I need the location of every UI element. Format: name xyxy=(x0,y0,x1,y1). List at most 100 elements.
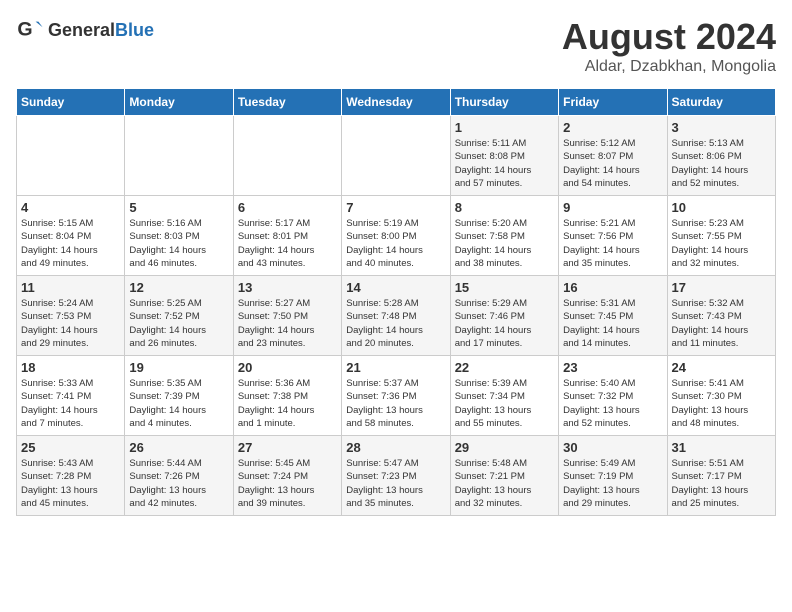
day-number: 28 xyxy=(346,440,445,455)
logo-general: General xyxy=(48,20,115,40)
day-info: Sunrise: 5:19 AM Sunset: 8:00 PM Dayligh… xyxy=(346,217,445,270)
day-info: Sunrise: 5:36 AM Sunset: 7:38 PM Dayligh… xyxy=(238,377,337,430)
header-day-friday: Friday xyxy=(559,89,667,116)
calendar-cell: 30 Sunrise: 5:49 AM Sunset: 7:19 PM Dayli… xyxy=(559,436,667,516)
day-info: Sunrise: 5:11 AM Sunset: 8:08 PM Dayligh… xyxy=(455,137,554,190)
day-number: 31 xyxy=(672,440,771,455)
day-number: 13 xyxy=(238,280,337,295)
day-number: 11 xyxy=(21,280,120,295)
calendar-cell: 2 Sunrise: 5:12 AM Sunset: 8:07 PM Daylig… xyxy=(559,116,667,196)
day-number: 22 xyxy=(455,360,554,375)
calendar-cell: 4Sunrise: 5:15 AM Sunset: 8:04 PM Daylig… xyxy=(17,196,125,276)
calendar-cell: 14 Sunrise: 5:28 AM Sunset: 7:48 PM Dayli… xyxy=(342,276,450,356)
calendar-cell: 10 Sunrise: 5:23 AM Sunset: 7:55 PM Dayli… xyxy=(667,196,775,276)
day-number: 25 xyxy=(21,440,120,455)
calendar-cell: 25Sunrise: 5:43 AM Sunset: 7:28 PM Dayli… xyxy=(17,436,125,516)
calendar-cell: 15 Sunrise: 5:29 AM Sunset: 7:46 PM Dayli… xyxy=(450,276,558,356)
day-info: Sunrise: 5:44 AM Sunset: 7:26 PM Dayligh… xyxy=(129,457,228,510)
day-info: Sunrise: 5:41 AM Sunset: 7:30 PM Dayligh… xyxy=(672,377,771,430)
calendar-cell xyxy=(233,116,341,196)
day-info: Sunrise: 5:35 AM Sunset: 7:39 PM Dayligh… xyxy=(129,377,228,430)
day-number: 19 xyxy=(129,360,228,375)
logo-icon: G xyxy=(16,16,44,44)
calendar-cell: 1 Sunrise: 5:11 AM Sunset: 8:08 PM Daylig… xyxy=(450,116,558,196)
calendar-cell: 9 Sunrise: 5:21 AM Sunset: 7:56 PM Daylig… xyxy=(559,196,667,276)
sub-title: Aldar, Dzabkhan, Mongolia xyxy=(562,58,776,76)
week-row-4: 18 Sunrise: 5:33 AM Sunset: 7:41 PM Dayli… xyxy=(17,356,776,436)
week-row-2: 4Sunrise: 5:15 AM Sunset: 8:04 PM Daylig… xyxy=(17,196,776,276)
day-number: 18 xyxy=(21,360,120,375)
day-number: 15 xyxy=(455,280,554,295)
day-number: 2 xyxy=(563,120,662,135)
calendar-cell: 31 Sunrise: 5:51 AM Sunset: 7:17 PM Dayli… xyxy=(667,436,775,516)
day-info: Sunrise: 5:31 AM Sunset: 7:45 PM Dayligh… xyxy=(563,297,662,350)
day-info: Sunrise: 5:21 AM Sunset: 7:56 PM Dayligh… xyxy=(563,217,662,270)
calendar-cell: 13 Sunrise: 5:27 AM Sunset: 7:50 PM Dayli… xyxy=(233,276,341,356)
day-number: 12 xyxy=(129,280,228,295)
day-number: 10 xyxy=(672,200,771,215)
logo: G GeneralBlue xyxy=(16,16,154,44)
calendar-cell xyxy=(125,116,233,196)
day-number: 9 xyxy=(563,200,662,215)
day-info: Sunrise: 5:49 AM Sunset: 7:19 PM Dayligh… xyxy=(563,457,662,510)
day-info: Sunrise: 5:20 AM Sunset: 7:58 PM Dayligh… xyxy=(455,217,554,270)
day-number: 1 xyxy=(455,120,554,135)
day-info: Sunrise: 5:16 AM Sunset: 8:03 PM Dayligh… xyxy=(129,217,228,270)
day-number: 5 xyxy=(129,200,228,215)
day-info: Sunrise: 5:37 AM Sunset: 7:36 PM Dayligh… xyxy=(346,377,445,430)
day-info: Sunrise: 5:15 AM Sunset: 8:04 PM Dayligh… xyxy=(21,217,120,270)
calendar-cell: 26 Sunrise: 5:44 AM Sunset: 7:26 PM Dayli… xyxy=(125,436,233,516)
calendar-cell: 7 Sunrise: 5:19 AM Sunset: 8:00 PM Daylig… xyxy=(342,196,450,276)
week-row-3: 11 Sunrise: 5:24 AM Sunset: 7:53 PM Dayli… xyxy=(17,276,776,356)
logo-blue: Blue xyxy=(115,20,154,40)
page-header: G GeneralBlue August 2024 Aldar, Dzabkha… xyxy=(16,16,776,76)
calendar-cell: 16Sunrise: 5:31 AM Sunset: 7:45 PM Dayli… xyxy=(559,276,667,356)
header-day-wednesday: Wednesday xyxy=(342,89,450,116)
day-info: Sunrise: 5:27 AM Sunset: 7:50 PM Dayligh… xyxy=(238,297,337,350)
calendar-cell: 5 Sunrise: 5:16 AM Sunset: 8:03 PM Daylig… xyxy=(125,196,233,276)
svg-text:G: G xyxy=(17,19,32,41)
day-number: 14 xyxy=(346,280,445,295)
day-info: Sunrise: 5:40 AM Sunset: 7:32 PM Dayligh… xyxy=(563,377,662,430)
day-info: Sunrise: 5:24 AM Sunset: 7:53 PM Dayligh… xyxy=(21,297,120,350)
header-day-thursday: Thursday xyxy=(450,89,558,116)
calendar-cell: 17Sunrise: 5:32 AM Sunset: 7:43 PM Dayli… xyxy=(667,276,775,356)
main-title: August 2024 xyxy=(562,16,776,58)
day-info: Sunrise: 5:23 AM Sunset: 7:55 PM Dayligh… xyxy=(672,217,771,270)
day-info: Sunrise: 5:12 AM Sunset: 8:07 PM Dayligh… xyxy=(563,137,662,190)
calendar-cell: 22Sunrise: 5:39 AM Sunset: 7:34 PM Dayli… xyxy=(450,356,558,436)
day-number: 26 xyxy=(129,440,228,455)
day-info: Sunrise: 5:29 AM Sunset: 7:46 PM Dayligh… xyxy=(455,297,554,350)
calendar-table: SundayMondayTuesdayWednesdayThursdayFrid… xyxy=(16,88,776,516)
day-info: Sunrise: 5:48 AM Sunset: 7:21 PM Dayligh… xyxy=(455,457,554,510)
calendar-header: SundayMondayTuesdayWednesdayThursdayFrid… xyxy=(17,89,776,116)
header-day-saturday: Saturday xyxy=(667,89,775,116)
day-info: Sunrise: 5:51 AM Sunset: 7:17 PM Dayligh… xyxy=(672,457,771,510)
day-info: Sunrise: 5:45 AM Sunset: 7:24 PM Dayligh… xyxy=(238,457,337,510)
day-number: 21 xyxy=(346,360,445,375)
day-info: Sunrise: 5:47 AM Sunset: 7:23 PM Dayligh… xyxy=(346,457,445,510)
calendar-cell: 27Sunrise: 5:45 AM Sunset: 7:24 PM Dayli… xyxy=(233,436,341,516)
day-number: 6 xyxy=(238,200,337,215)
header-day-monday: Monday xyxy=(125,89,233,116)
day-info: Sunrise: 5:33 AM Sunset: 7:41 PM Dayligh… xyxy=(21,377,120,430)
day-number: 3 xyxy=(672,120,771,135)
day-info: Sunrise: 5:32 AM Sunset: 7:43 PM Dayligh… xyxy=(672,297,771,350)
calendar-cell: 29Sunrise: 5:48 AM Sunset: 7:21 PM Dayli… xyxy=(450,436,558,516)
calendar-cell: 23 Sunrise: 5:40 AM Sunset: 7:32 PM Dayli… xyxy=(559,356,667,436)
calendar-cell: 8Sunrise: 5:20 AM Sunset: 7:58 PM Daylig… xyxy=(450,196,558,276)
day-info: Sunrise: 5:28 AM Sunset: 7:48 PM Dayligh… xyxy=(346,297,445,350)
calendar-cell: 18 Sunrise: 5:33 AM Sunset: 7:41 PM Dayli… xyxy=(17,356,125,436)
day-number: 7 xyxy=(346,200,445,215)
day-number: 30 xyxy=(563,440,662,455)
calendar-cell: 19 Sunrise: 5:35 AM Sunset: 7:39 PM Dayli… xyxy=(125,356,233,436)
calendar-cell: 24Sunrise: 5:41 AM Sunset: 7:30 PM Dayli… xyxy=(667,356,775,436)
day-info: Sunrise: 5:13 AM Sunset: 8:06 PM Dayligh… xyxy=(672,137,771,190)
day-number: 20 xyxy=(238,360,337,375)
week-row-1: 1 Sunrise: 5:11 AM Sunset: 8:08 PM Daylig… xyxy=(17,116,776,196)
calendar-cell: 6 Sunrise: 5:17 AM Sunset: 8:01 PM Daylig… xyxy=(233,196,341,276)
day-number: 23 xyxy=(563,360,662,375)
day-info: Sunrise: 5:17 AM Sunset: 8:01 PM Dayligh… xyxy=(238,217,337,270)
calendar-cell: 3 Sunrise: 5:13 AM Sunset: 8:06 PM Daylig… xyxy=(667,116,775,196)
calendar-cell: 20 Sunrise: 5:36 AM Sunset: 7:38 PM Dayli… xyxy=(233,356,341,436)
